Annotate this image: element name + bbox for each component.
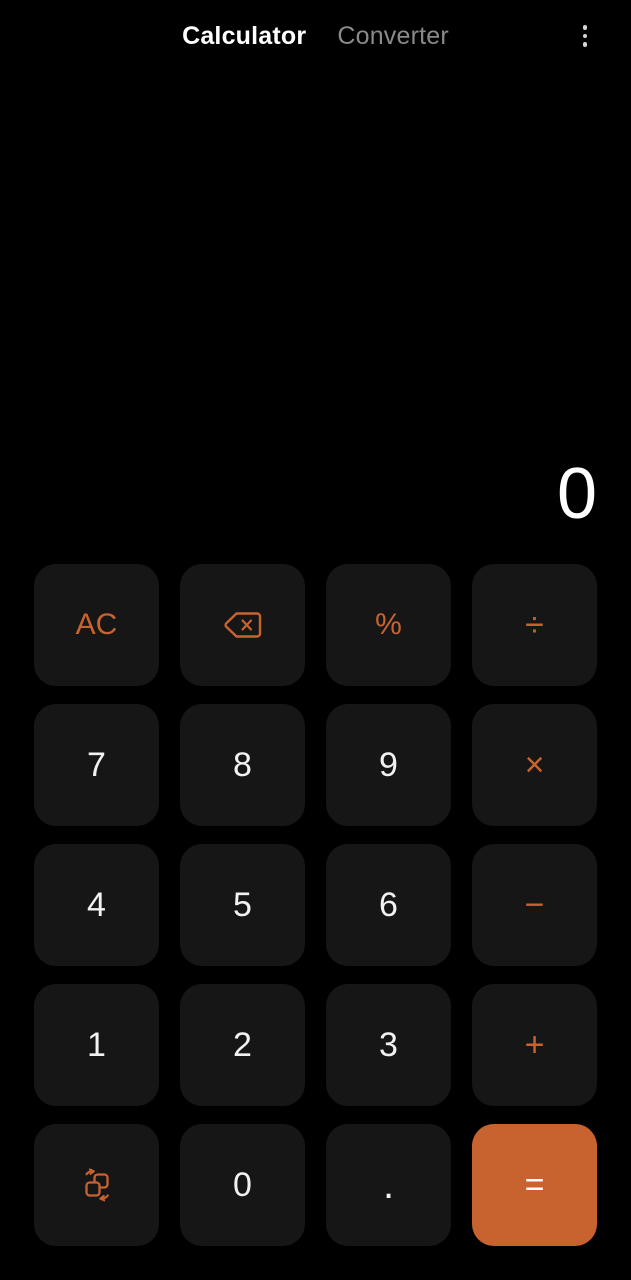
keypad: AC % ÷ 7 8 9 × 4 5 6 − 1 2 3 + 0 . = <box>0 564 631 1280</box>
key-zero[interactable]: 0 <box>180 1124 305 1246</box>
key-eight[interactable]: 8 <box>180 704 305 826</box>
key-percent[interactable]: % <box>326 564 451 686</box>
key-one[interactable]: 1 <box>34 984 159 1106</box>
key-decimal-point[interactable]: . <box>326 1124 451 1246</box>
key-label: . <box>382 1163 395 1207</box>
result-text: 0 <box>556 454 597 534</box>
key-label: 4 <box>87 886 106 924</box>
backspace-icon <box>223 610 263 640</box>
key-label: ÷ <box>525 606 544 644</box>
key-label: 8 <box>233 746 252 784</box>
key-four[interactable]: 4 <box>34 844 159 966</box>
key-multiply[interactable]: × <box>472 704 597 826</box>
key-add[interactable]: + <box>472 984 597 1106</box>
key-label: % <box>375 608 402 641</box>
key-three[interactable]: 3 <box>326 984 451 1106</box>
key-label: 0 <box>233 1166 252 1204</box>
key-label: = <box>524 1166 545 1204</box>
key-seven[interactable]: 7 <box>34 704 159 826</box>
tab-bar: Calculator Converter <box>182 23 449 49</box>
key-two[interactable]: 2 <box>180 984 305 1106</box>
key-all-clear[interactable]: AC <box>34 564 159 686</box>
key-nine[interactable]: 9 <box>326 704 451 826</box>
key-label: 6 <box>379 886 398 924</box>
key-label: 3 <box>379 1026 398 1064</box>
menu-dot <box>582 42 588 47</box>
menu-dot <box>582 25 588 30</box>
key-label: 9 <box>379 746 398 784</box>
key-six[interactable]: 6 <box>326 844 451 966</box>
key-equals[interactable]: = <box>472 1124 597 1246</box>
app-header: Calculator Converter <box>0 0 631 72</box>
tab-converter[interactable]: Converter <box>337 23 449 49</box>
more-vertical-icon[interactable] <box>567 18 603 54</box>
key-label: 1 <box>87 1026 106 1064</box>
convert-units-icon <box>77 1165 117 1205</box>
key-label: 2 <box>233 1026 252 1064</box>
key-label: 5 <box>233 886 252 924</box>
key-backspace[interactable] <box>180 564 305 686</box>
key-five[interactable]: 5 <box>180 844 305 966</box>
tab-calculator[interactable]: Calculator <box>182 23 306 49</box>
key-label: + <box>524 1026 545 1064</box>
key-label: × <box>524 746 545 784</box>
menu-dot <box>582 33 588 39</box>
key-label: AC <box>75 608 118 641</box>
calculator-app: Calculator Converter 0 AC % ÷ 7 8 9 × 4 … <box>0 0 631 1280</box>
display-area[interactable]: 0 <box>0 72 631 564</box>
key-unit-convert[interactable] <box>34 1124 159 1246</box>
key-divide[interactable]: ÷ <box>472 564 597 686</box>
key-subtract[interactable]: − <box>472 844 597 966</box>
key-label: − <box>524 886 545 924</box>
key-label: 7 <box>87 746 106 784</box>
